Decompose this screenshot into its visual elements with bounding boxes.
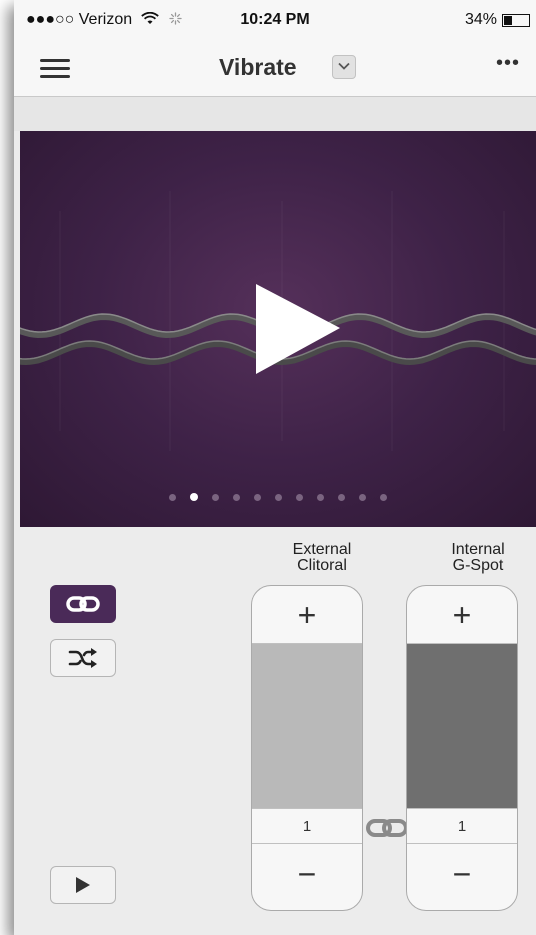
status-time: 10:24 PM [240,11,310,28]
mode-dropdown-button[interactable] [332,55,356,79]
play-button[interactable] [50,866,116,904]
phone-screen: ●●●○○ Verizon 10:24 PM 34% Vibrate ••• E… [14,0,536,935]
external-plus-button[interactable]: + [252,586,362,644]
battery-fill [504,15,513,25]
page-dot[interactable] [190,493,198,501]
shuffle-button[interactable] [50,639,116,677]
shuffle-icon [68,648,97,668]
external-intensity-slider: + 1 − [251,585,363,911]
hamburger-menu-icon[interactable] [40,59,70,79]
link-icon [66,596,100,612]
play-icon [76,877,90,893]
page-indicator [20,493,536,501]
chain-link-icon[interactable] [364,817,410,839]
external-level-bar[interactable] [252,644,362,808]
motor-controls: External Clitoral Internal G-Spot + 1 − … [14,527,536,935]
status-bar: ●●●○○ Verizon 10:24 PM 34% [14,0,536,42]
chevron-down-icon [338,62,350,70]
more-options-icon[interactable]: ••• [496,52,520,75]
pattern-carousel[interactable] [20,131,536,527]
page-dot[interactable] [296,494,303,501]
page-dot[interactable] [212,494,219,501]
external-level-value: 1 [252,808,362,844]
page-dot[interactable] [275,494,282,501]
motor-label-external: External Clitoral [292,541,352,574]
header-divider [14,97,536,131]
page-dot[interactable] [169,494,176,501]
battery-percent: 34% [464,11,497,28]
external-minus-button[interactable]: − [252,844,362,910]
page-dot[interactable] [380,494,387,501]
internal-level-value: 1 [407,808,517,844]
internal-level-bar[interactable] [407,644,517,808]
battery-status: 34% [465,11,530,29]
page-dot[interactable] [254,494,261,501]
page-dot[interactable] [359,494,366,501]
internal-intensity-slider: + 1 − [406,585,518,911]
nav-bar: Vibrate ••• [14,42,536,97]
page-title: Vibrate [219,54,297,80]
motor-label-internal: Internal G-Spot [451,541,505,574]
page-dot[interactable] [338,494,345,501]
internal-minus-button[interactable]: − [407,844,517,910]
internal-plus-button[interactable]: + [407,586,517,644]
page-dot[interactable] [233,494,240,501]
link-motors-button[interactable] [50,585,116,623]
page-dot[interactable] [317,494,324,501]
battery-icon [502,13,530,27]
play-icon[interactable] [254,282,354,382]
